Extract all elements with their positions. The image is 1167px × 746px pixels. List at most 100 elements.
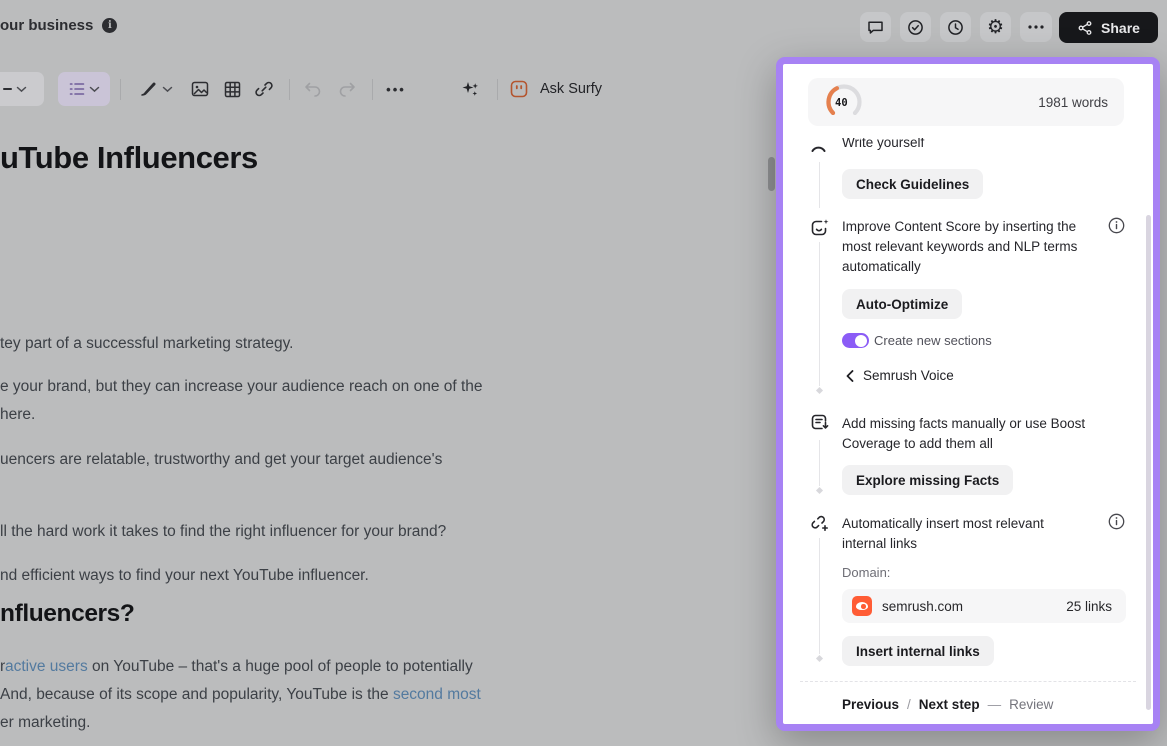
toolbar-divider xyxy=(120,79,121,100)
history-button[interactable] xyxy=(940,12,971,42)
insert-link-button[interactable] xyxy=(249,72,279,106)
paragraph-style-dropdown-icon xyxy=(3,88,12,90)
document-paragraph[interactable]: uencers are relatable, trustworthy and g… xyxy=(0,446,442,474)
insert-internal-links-button[interactable]: Insert internal links xyxy=(842,636,994,666)
editor-toolbar: ••• Ask Surfy xyxy=(0,71,602,107)
info-icon[interactable]: i xyxy=(102,18,117,33)
document-paragraph[interactable]: e your brand, but they can increase your… xyxy=(0,373,483,429)
semrush-voice-label: Semrush Voice xyxy=(863,368,954,383)
previous-step-link[interactable]: Previous xyxy=(842,697,899,712)
info-circle-icon[interactable] xyxy=(1108,217,1125,234)
panel-footer-divider xyxy=(800,681,1136,682)
timeline-connector xyxy=(819,440,820,486)
step-write-label: Write yourself xyxy=(842,138,924,153)
timeline-connector xyxy=(819,162,820,208)
facts-document-arrow-icon xyxy=(809,412,830,433)
redo-icon xyxy=(337,80,357,98)
list-dropdown-icon xyxy=(69,82,85,96)
next-step-name: Review xyxy=(1009,697,1053,712)
timeline-dot xyxy=(816,387,823,394)
toolbar-divider xyxy=(372,79,373,100)
inline-link[interactable]: second most xyxy=(393,686,481,703)
domain-name: semrush.com xyxy=(882,599,1056,614)
image-icon xyxy=(190,79,210,99)
check-guidelines-button[interactable]: Check Guidelines xyxy=(842,169,983,199)
panel-footer: Previous / Next step — Review xyxy=(842,697,1053,712)
pen-arc-icon xyxy=(810,141,827,152)
brush-tool-dropdown[interactable] xyxy=(133,72,177,106)
content-score-card: 40 1981 words xyxy=(808,78,1124,126)
redo-button[interactable] xyxy=(332,72,362,106)
content-score-gauge: 40 xyxy=(824,82,864,122)
create-sections-label: Create new sections xyxy=(874,333,992,348)
surfy-robot-icon xyxy=(510,80,528,98)
step-optimize-text: Improve Content Score by inserting the m… xyxy=(842,217,1094,277)
topbar-more-button[interactable] xyxy=(1020,12,1052,42)
auto-optimize-button[interactable]: Auto-Optimize xyxy=(842,289,962,319)
timeline-dot xyxy=(816,487,823,494)
word-count: 1981 words xyxy=(1038,95,1108,110)
footer-dash: — xyxy=(988,697,1002,712)
explore-missing-facts-button[interactable]: Explore missing Facts xyxy=(842,465,1013,495)
insert-table-button[interactable] xyxy=(217,72,247,106)
timeline-dot xyxy=(816,655,823,662)
more-horizontal-icon: ••• xyxy=(386,82,406,97)
toolbar-divider xyxy=(497,79,498,100)
document-paragraph[interactable]: tey part of a successful marketing strat… xyxy=(0,330,293,358)
approve-button[interactable] xyxy=(900,12,931,42)
table-icon xyxy=(223,80,242,99)
gear-icon: ⚙ xyxy=(987,18,1004,37)
chevron-down-icon xyxy=(162,86,173,93)
links-count: 25 links xyxy=(1066,599,1112,614)
check-circle-icon xyxy=(907,19,924,36)
assistant-panel: 40 1981 words Write yourself Check Guide… xyxy=(776,57,1160,731)
undo-icon xyxy=(303,80,323,98)
toolbar-divider xyxy=(289,79,290,100)
app-root: our business i ⚙ Share xyxy=(0,0,1167,746)
insert-image-button[interactable] xyxy=(185,72,215,106)
settings-button[interactable]: ⚙ xyxy=(980,12,1011,42)
domain-row[interactable]: semrush.com 25 links xyxy=(842,589,1126,623)
create-sections-toggle[interactable] xyxy=(842,333,869,348)
inline-link[interactable]: active users xyxy=(5,658,88,675)
toolbar-more-button[interactable]: ••• xyxy=(381,72,411,106)
document-paragraph[interactable]: nd efficient ways to find your next YouT… xyxy=(0,562,369,590)
document-h2[interactable]: nfluencers? xyxy=(0,600,134,628)
document-h1[interactable]: uTube Influencers xyxy=(0,140,258,176)
share-button-label: Share xyxy=(1101,20,1140,36)
step-facts-text: Add missing facts manually or use Boost … xyxy=(842,414,1122,454)
info-circle-icon[interactable] xyxy=(1108,513,1125,530)
panel-scroll-area[interactable]: Write yourself Check Guidelines Improve … xyxy=(783,138,1153,678)
semrush-logo-icon xyxy=(852,596,872,616)
timeline-connector xyxy=(819,242,820,386)
link-icon xyxy=(254,79,274,99)
internal-links-chain-plus-icon xyxy=(809,512,830,533)
history-clock-icon xyxy=(947,19,964,36)
sparkles-icon xyxy=(459,78,481,100)
share-button[interactable]: Share xyxy=(1059,12,1158,43)
content-score-value: 40 xyxy=(835,97,848,109)
panel-scrollbar[interactable] xyxy=(1146,215,1151,710)
semrush-voice-link[interactable]: Semrush Voice xyxy=(846,368,954,383)
undo-button[interactable] xyxy=(298,72,328,106)
footer-separator: / xyxy=(907,697,911,712)
document-paragraph[interactable]: ll the hard work it takes to find the ri… xyxy=(0,518,446,546)
ask-surfy-label: Ask Surfy xyxy=(540,81,602,97)
step-links-text: Automatically insert most relevant inter… xyxy=(842,514,1087,554)
list-dropdown[interactable] xyxy=(58,72,110,106)
more-horizontal-icon xyxy=(1028,25,1044,29)
document-paragraph[interactable]: nactive users on YouTube – that's a huge… xyxy=(0,653,481,737)
domain-label: Domain: xyxy=(842,565,890,580)
ask-surfy-button[interactable]: Ask Surfy xyxy=(510,72,602,106)
chevron-down-icon xyxy=(89,86,100,93)
next-step-link[interactable]: Next step xyxy=(919,697,980,712)
comment-icon xyxy=(867,19,884,36)
document-scrollbar[interactable] xyxy=(768,157,775,191)
share-nodes-icon xyxy=(1077,20,1093,36)
paragraph-style-dropdown[interactable] xyxy=(0,72,44,106)
chevron-left-icon xyxy=(846,370,854,382)
chevron-down-icon xyxy=(16,86,27,93)
ai-sparkles-button[interactable] xyxy=(455,72,485,106)
document-title: our business i xyxy=(0,17,117,34)
comment-button[interactable] xyxy=(860,12,891,42)
